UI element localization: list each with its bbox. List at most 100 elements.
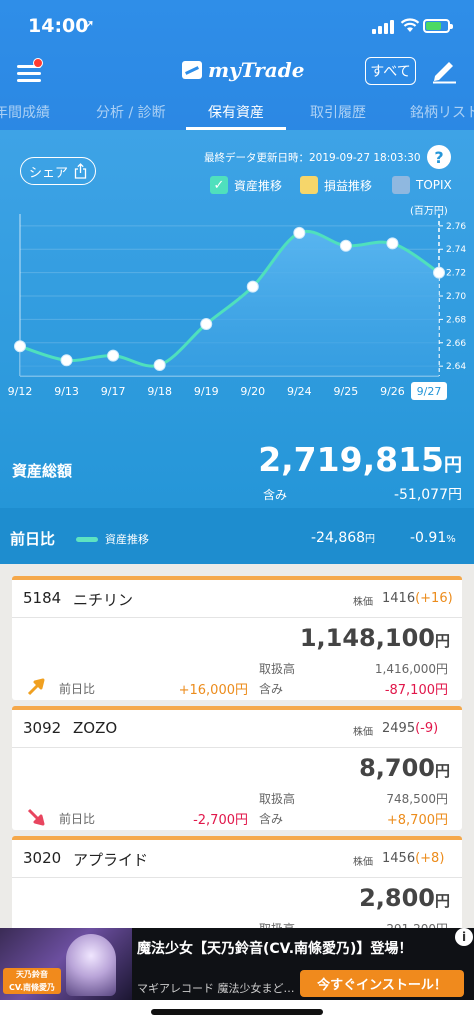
unrealized-label: 含み [259, 812, 284, 826]
traded-value: 748,500円 [386, 792, 448, 806]
legend-topix[interactable]: TOPIX [392, 176, 452, 194]
stock-price: 1416(+16) [382, 591, 453, 606]
stock-price-value: 1456 [382, 851, 416, 866]
stock-price-value: 2495 [382, 721, 416, 736]
asset-area-chart: 2.64 2.66 2.68 2.70 2.72 2.74 2.76 9/12 9/13 9/17… [8, 214, 466, 400]
price-label: 株価 [353, 597, 373, 608]
nav-bar: myTrade すべて [0, 52, 474, 92]
data-point [60, 354, 73, 367]
price-label: 株価 [353, 857, 373, 868]
day-change-label: 前日比 [59, 682, 96, 696]
total-assets-yen: 円 [444, 455, 462, 476]
day-change-percent-value: -0.91 [410, 530, 447, 546]
notification-dot [33, 58, 43, 68]
legend-asset[interactable]: ✓ 資産推移 [210, 176, 282, 194]
holding-value: 2,800円 [359, 884, 450, 912]
ad-banner[interactable]: 天乃鈴音 CV.南條愛乃 魔法少女【天乃鈴音(CV.南條愛乃)】登場！ マギアレ… [0, 928, 474, 1000]
ad-thumb-badge-cv: CV.南條愛乃 [8, 983, 56, 992]
data-point [246, 280, 259, 293]
stock-code: 5184 [23, 589, 62, 607]
home-indicator-area [0, 1000, 474, 1024]
holding-value-amount: 8,700 [359, 754, 435, 782]
traded-label: 取扱高 [259, 662, 296, 676]
series-line-swatch [76, 537, 98, 542]
holding-card-header: 3092 ZOZO 株価 2495(-9) [12, 710, 462, 748]
y-tick-label: 2.68 [446, 315, 466, 325]
legend-topix-label: TOPIX [416, 178, 452, 192]
price-label: 株価 [353, 727, 373, 738]
tab-trade-history[interactable]: 取引履歴 [310, 102, 366, 122]
data-point [433, 266, 445, 279]
y-tick-label: 2.70 [446, 292, 466, 302]
stock-price: 2495(-9) [382, 721, 438, 736]
holding-card[interactable]: 5184 ニチリン 株価 1416(+16) 1,148,100円 取扱高 1,… [12, 576, 462, 700]
x-tick-label: 9/20 [240, 385, 265, 398]
x-tick-label: 9/19 [194, 385, 219, 398]
chart-legend: ✓ 資産推移 損益推移 TOPIX [0, 176, 474, 198]
tab-holdings[interactable]: 保有資産 [208, 102, 264, 122]
checkbox-unchecked-icon [392, 176, 410, 194]
x-tick-label: 9/26 [380, 385, 405, 398]
x-tick-label: 9/27 [417, 385, 442, 398]
series-area [20, 231, 439, 376]
data-point [200, 318, 213, 331]
holding-value: 1,148,100円 [300, 624, 450, 652]
y-tick-label: 2.72 [446, 269, 466, 279]
question-icon[interactable]: ? [427, 145, 451, 169]
traded-value: 1,416,000円 [374, 662, 448, 676]
tab-bar: 年間成績 分析 / 診断 保有資産 取引履歴 銘柄リスト [0, 92, 474, 130]
holding-value-yen: 円 [434, 632, 450, 650]
holding-card[interactable]: 3092 ZOZO 株価 2495(-9) 8,700円 取扱高 748,500… [12, 706, 462, 830]
pen-icon[interactable] [430, 56, 458, 84]
data-point [339, 239, 352, 252]
day-change-value: -2,700円 [193, 813, 248, 828]
total-assets-value: 2,719,815円 [258, 440, 462, 479]
stock-name: ニチリン [73, 591, 134, 609]
logo-icon [182, 61, 202, 79]
ad-character-image [66, 934, 116, 996]
holding-value-yen: 円 [434, 762, 450, 780]
ad-thumb-badge: 天乃鈴音 CV.南條愛乃 [3, 968, 61, 994]
battery-charging-icon [423, 19, 453, 33]
arrow-up-right-icon [27, 678, 45, 696]
holding-value-amount: 1,148,100 [299, 624, 435, 652]
data-point [107, 349, 120, 362]
wifi-icon [400, 17, 420, 37]
day-change-label: 前日比 [59, 812, 96, 826]
day-change-label: 前日比 [10, 530, 56, 548]
home-indicator[interactable] [151, 1009, 323, 1015]
tab-annual-results[interactable]: 年間成績 [0, 102, 50, 122]
legend-pnl[interactable]: 損益推移 [300, 176, 372, 194]
status-time: 14:00 [28, 15, 89, 37]
day-change-amount-value: -24,868 [311, 530, 366, 546]
stock-name: アプライド [73, 851, 149, 869]
tab-stock-list[interactable]: 銘柄リスト [410, 102, 474, 122]
unrealized-value: -51,077円 [393, 487, 462, 503]
x-tick-label: 9/12 [8, 385, 33, 398]
tab-analysis[interactable]: 分析 / 診断 [96, 102, 166, 122]
ad-title: 魔法少女【天乃鈴音(CV.南條愛乃)】登場！ [137, 941, 413, 957]
ad-install-button[interactable]: 今すぐインストール！ [300, 970, 464, 997]
ad-thumb-badge-name: 天乃鈴音 [16, 970, 48, 979]
info-icon[interactable]: i [455, 928, 473, 946]
legend-pnl-label: 損益推移 [324, 178, 373, 193]
x-tick-label: 9/17 [101, 385, 126, 398]
y-tick-label: 2.66 [446, 339, 466, 349]
holding-value: 8,700円 [359, 754, 450, 782]
x-tick-label: 9/24 [287, 385, 312, 398]
day-change-bar: 前日比 資産推移 -24,868円 -0.91% [0, 508, 474, 564]
legend-asset-label: 資産推移 [234, 178, 283, 193]
all-filter-button[interactable]: すべて [365, 57, 416, 85]
last-updated-text: 最終データ更新日時：2019-09-27 18:03:30 [204, 152, 421, 164]
day-change-value: +16,000円 [178, 683, 248, 698]
traded-label: 取扱高 [259, 792, 296, 806]
ad-thumbnail: 天乃鈴音 CV.南條愛乃 [0, 928, 132, 1000]
unrealized-value: -87,100円 [384, 683, 448, 698]
data-point [153, 358, 166, 371]
stock-code: 3092 [23, 719, 62, 737]
y-tick-label: 2.64 [446, 362, 466, 372]
holding-card-header: 5184 ニチリン 株価 1416(+16) [12, 580, 462, 618]
holding-value-yen: 円 [434, 892, 450, 910]
data-point [293, 226, 306, 239]
checkbox-unchecked-icon [300, 176, 318, 194]
